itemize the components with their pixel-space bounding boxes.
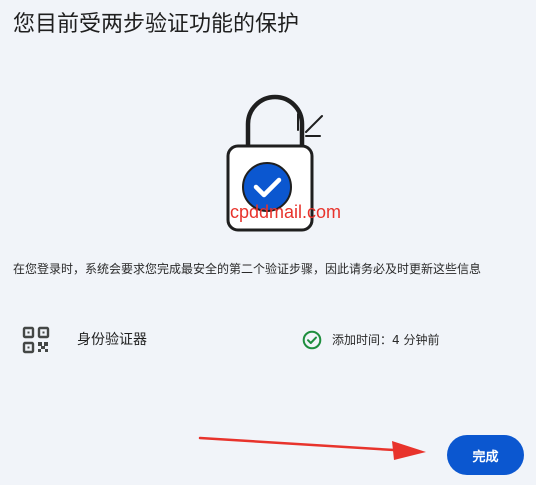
authenticator-method-row[interactable]: 身份验证器 添加时间：4 分钟前 (21, 322, 491, 358)
check-circle-icon (302, 330, 322, 350)
added-time-text: 添加时间：4 分钟前 (332, 333, 440, 347)
page-title: 您目前受两步验证功能的保护 (13, 12, 300, 37)
red-arrow-icon (198, 436, 426, 460)
qr-code-icon (22, 326, 50, 354)
watermark-text: cpddmail.com (230, 202, 342, 222)
method-name: 身份验证器 (77, 332, 147, 348)
description-text: 在您登录时，系统会要求您完成最安全的第二个验证步骤，因此请务必及时更新这些信息 (13, 262, 482, 276)
done-button[interactable]: 完成 (447, 435, 524, 475)
added-status: 添加时间：4 分钟前 (302, 328, 439, 352)
two-step-verification-page: 您目前受两步验证功能的保护 cpddmail.com 在您登录时，系统会要求您完… (0, 0, 536, 485)
